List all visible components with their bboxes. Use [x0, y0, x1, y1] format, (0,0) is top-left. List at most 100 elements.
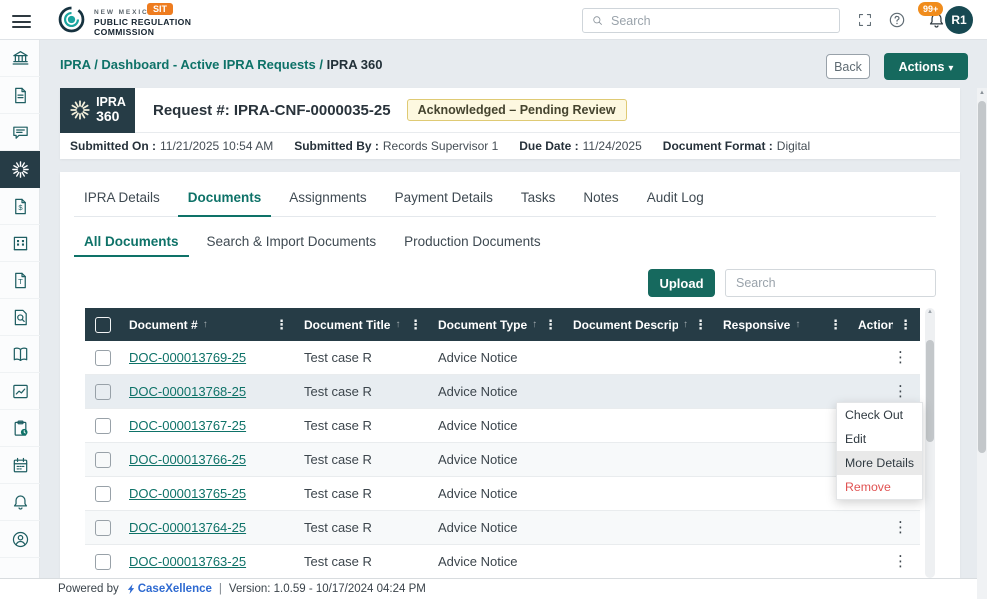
column-header-document[interactable]: Document # ↑ ⋮ [121, 308, 296, 341]
sidebar-item-messages[interactable] [0, 114, 40, 151]
tab-ipra-details[interactable]: IPRA Details [74, 190, 170, 216]
powered-by-label: Powered by [58, 583, 119, 595]
menu-icon[interactable] [12, 12, 31, 32]
context-menu-item-edit[interactable]: Edit [837, 427, 922, 451]
sidebar-item-payments[interactable]: $ [0, 188, 40, 225]
row-actions-menu-icon[interactable]: ⋮ [893, 520, 908, 535]
column-header-document-title[interactable]: Document Title ↑ ⋮ [296, 308, 430, 341]
sort-asc-icon[interactable]: ↑ [395, 319, 400, 330]
document-link[interactable]: DOC-000013764-25 [129, 520, 246, 535]
casexellence-brand: CaseXellence [137, 583, 212, 595]
document-title-cell: Test case R [304, 520, 372, 535]
column-menu-icon[interactable]: ⋮ [893, 317, 912, 333]
sidebar-item-document-search[interactable] [0, 299, 40, 336]
page-scrollbar-thumb[interactable] [978, 101, 986, 453]
document-type-cell: Advice Notice [438, 486, 518, 501]
table-row: DOC-000013763-25 Test case R Advice Notice… [85, 545, 920, 578]
tab-audit-log[interactable]: Audit Log [637, 190, 714, 216]
column-header-document-type[interactable]: Document Type ↑ ⋮ [430, 308, 565, 341]
context-menu-item-more-details[interactable]: More Details [837, 451, 923, 475]
sidebar-item-documents[interactable] [0, 77, 40, 114]
scrollbar-up-icon[interactable]: ▲ [925, 309, 935, 315]
main-card: IPRA Details Documents Assignments Payment … [60, 172, 960, 578]
responsive-cell [715, 511, 850, 544]
document-link[interactable]: DOC-000013769-25 [129, 350, 246, 365]
sidebar-item-templates[interactable]: T [0, 262, 40, 299]
tab-notes[interactable]: Notes [573, 190, 628, 216]
svg-text:$: $ [18, 202, 23, 211]
back-button[interactable]: Back [826, 54, 870, 79]
tab-assignments[interactable]: Assignments [279, 190, 376, 216]
document-link[interactable]: DOC-000013766-25 [129, 452, 246, 467]
document-link[interactable]: DOC-000013763-25 [129, 554, 246, 569]
environment-badge: SIT [147, 3, 174, 15]
user-avatar[interactable]: R1 [945, 6, 973, 34]
row-checkbox[interactable] [95, 519, 111, 536]
breadcrumb-separator: / [90, 57, 102, 72]
help-icon[interactable] [888, 11, 906, 29]
tab-documents[interactable]: Documents [177, 190, 272, 217]
document-description-cell [565, 477, 715, 510]
column-menu-icon[interactable]: ⋮ [538, 317, 557, 333]
table-row: DOC-000013767-25 Test case R Advice Notice… [85, 409, 920, 443]
row-actions-menu-icon[interactable]: ⋮ [893, 554, 908, 569]
table-scrollbar[interactable]: ▲ [925, 308, 935, 578]
column-menu-icon[interactable]: ⋮ [269, 317, 288, 333]
sidebar-item-reports[interactable] [0, 373, 40, 410]
sidebar-item-ledger[interactable] [0, 336, 40, 373]
document-link[interactable]: DOC-000013765-25 [129, 486, 246, 501]
select-all-checkbox[interactable] [95, 316, 111, 333]
column-header-document-description[interactable]: Document Description↑⋮ [565, 308, 715, 341]
column-header-actions[interactable]: Actions⋮ [850, 308, 920, 341]
tab-payment-details[interactable]: Payment Details [385, 190, 503, 216]
column-menu-icon[interactable]: ⋮ [403, 317, 422, 333]
row-checkbox[interactable] [95, 451, 111, 468]
table-search-input[interactable] [725, 269, 936, 297]
row-checkbox[interactable] [95, 349, 111, 366]
sidebar-item-ipra-360[interactable] [0, 151, 40, 188]
page-scrollbar[interactable]: ▲ [977, 88, 987, 599]
upload-button[interactable]: Upload [648, 269, 715, 297]
sidebar-item-profile[interactable] [0, 521, 40, 558]
document-title-cell: Test case R [304, 486, 372, 501]
global-search-input[interactable] [611, 13, 831, 28]
row-checkbox[interactable] [95, 383, 111, 400]
document-link[interactable]: DOC-000013768-25 [129, 384, 246, 399]
sidebar-item-institution[interactable] [0, 40, 40, 77]
sidebar-item-scheduled-tasks[interactable] [0, 410, 40, 447]
actions-button[interactable]: Actions ▾ [884, 53, 968, 80]
sort-asc-icon[interactable]: ↑ [203, 319, 208, 330]
fullscreen-icon[interactable] [857, 12, 873, 28]
file-t-icon: T [11, 271, 30, 290]
row-checkbox[interactable] [95, 553, 111, 570]
context-menu-item-remove[interactable]: Remove [837, 475, 922, 499]
subtab-search-import-documents[interactable]: Search & Import Documents [197, 234, 387, 257]
sidebar-item-notifications[interactable] [0, 484, 40, 521]
table-scrollbar-thumb[interactable] [926, 340, 934, 442]
context-menu-item-check-out[interactable]: Check Out [837, 403, 922, 427]
row-actions-menu-icon[interactable]: ⋮ [893, 350, 908, 365]
sidebar-item-calendar[interactable] [0, 447, 40, 484]
breadcrumb-item-ipra[interactable]: IPRA [60, 57, 91, 72]
request-field-submitted-on: Submitted On : 11/21/2025 10:54 AM [70, 139, 273, 153]
page-scrollbar-up-icon[interactable]: ▲ [977, 90, 987, 96]
sort-asc-icon[interactable]: ↑ [532, 319, 537, 330]
column-menu-icon[interactable]: ⋮ [688, 317, 707, 333]
casexellence-logo[interactable]: CaseXellence [126, 583, 212, 595]
document-type-cell: Advice Notice [438, 418, 518, 433]
row-checkbox[interactable] [95, 417, 111, 434]
column-menu-icon[interactable]: ⋮ [823, 317, 842, 333]
column-header-responsive[interactable]: Responsive ↑ ⋮ [715, 308, 850, 341]
subtab-production-documents[interactable]: Production Documents [394, 234, 551, 257]
row-checkbox[interactable] [95, 485, 111, 502]
sidebar-item-organization[interactable] [0, 225, 40, 262]
subtab-all-documents[interactable]: All Documents [74, 234, 189, 257]
sort-asc-icon[interactable]: ↑ [795, 319, 800, 330]
tabs: IPRA Details Documents Assignments Payment … [74, 190, 936, 217]
document-type-cell: Advice Notice [438, 384, 518, 399]
tab-tasks[interactable]: Tasks [511, 190, 566, 216]
row-actions-menu-icon[interactable]: ⋮ [893, 384, 908, 399]
document-link[interactable]: DOC-000013767-25 [129, 418, 246, 433]
breadcrumb-item-dashboard-active-ipra-requests[interactable]: Dashboard - Active IPRA Requests [101, 57, 315, 72]
global-search[interactable] [582, 8, 840, 33]
